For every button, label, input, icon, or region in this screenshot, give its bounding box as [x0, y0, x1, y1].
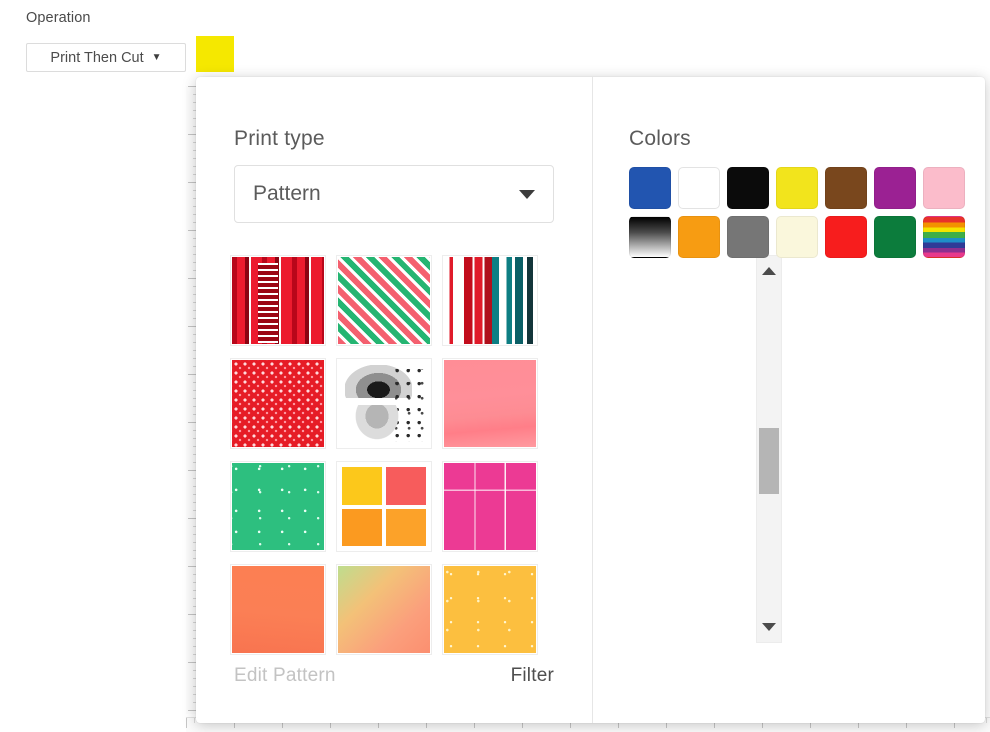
pattern-thumbnail[interactable] — [336, 564, 432, 655]
color-swatch-blue[interactable] — [629, 167, 671, 209]
pattern-thumbnail[interactable] — [442, 358, 538, 449]
pattern-art-pastel-green-orange-gradient — [338, 566, 430, 653]
pattern-thumbnail[interactable] — [230, 358, 326, 449]
pattern-art-grayscale-splatter-floral — [338, 360, 430, 447]
color-swatch-black-to-white-gradient[interactable] — [629, 216, 671, 258]
pattern-thumbnail[interactable] — [336, 255, 432, 346]
ruler-tick — [986, 718, 987, 723]
operation-select-value: Print Then Cut — [50, 49, 144, 66]
color-swatch-green[interactable] — [874, 216, 916, 258]
operation-color-swatch[interactable] — [196, 36, 234, 72]
color-swatch-purple[interactable] — [874, 167, 916, 209]
color-swatch-yellow[interactable] — [776, 167, 818, 209]
colors-pane: Colors — [593, 77, 985, 723]
print-type-value: Pattern — [253, 182, 321, 205]
app-root: Operation Print Then Cut ▼ Print type Pa… — [0, 0, 990, 732]
pattern-pane: Print type Pattern Edit Pattern Filter — [196, 77, 782, 723]
chevron-down-icon: ▼ — [151, 52, 162, 63]
pattern-art-salmon-pink-solid-gradient — [444, 360, 536, 447]
pattern-art-magenta-grid-lines — [444, 463, 536, 550]
pattern-thumbnail[interactable] — [230, 564, 326, 655]
pattern-art-green-confetti-speckle — [232, 463, 324, 550]
pattern-art-red-vertical-stripe-ladder — [232, 257, 324, 344]
pattern-art-red-green-diagonal-candy-stripe — [338, 257, 430, 344]
ruler-tick — [194, 718, 195, 723]
pattern-art-golden-yellow-speckle — [444, 566, 536, 653]
colors-palette[interactable] — [629, 167, 967, 260]
pattern-art-orange-solid-gradient — [232, 566, 324, 653]
print-type-dialog: Print type Pattern Edit Pattern Filter C… — [196, 77, 985, 723]
pattern-thumbnail[interactable] — [230, 255, 326, 346]
pattern-art-yellow-red-orange-quad-blocks — [338, 463, 430, 550]
pattern-art-red-teal-vertical-bars — [444, 257, 536, 344]
pattern-thumbnail[interactable] — [442, 564, 538, 655]
operation-label: Operation — [26, 10, 91, 26]
pattern-art-red-polka-dot-grid — [232, 360, 324, 447]
filter-button[interactable]: Filter — [511, 665, 554, 687]
color-swatch-gray[interactable] — [727, 216, 769, 258]
print-type-title: Print type — [234, 127, 325, 150]
pattern-thumbnail[interactable] — [230, 461, 326, 552]
color-swatch-rainbow[interactable] — [923, 216, 965, 258]
color-swatch-brown[interactable] — [825, 167, 867, 209]
ruler-tick — [186, 718, 187, 728]
color-swatch-light-pink[interactable] — [923, 167, 965, 209]
color-swatch-orange[interactable] — [678, 216, 720, 258]
print-type-select[interactable]: Pattern — [234, 165, 554, 223]
colors-title: Colors — [629, 127, 691, 150]
edit-pattern-button[interactable]: Edit Pattern — [234, 665, 336, 687]
color-swatch-cream[interactable] — [776, 216, 818, 258]
pattern-footer-actions: Edit Pattern Filter — [196, 665, 592, 695]
color-swatch-white[interactable] — [678, 167, 720, 209]
color-swatch-red[interactable] — [825, 216, 867, 258]
operation-select[interactable]: Print Then Cut ▼ — [26, 43, 186, 72]
pattern-thumbnail[interactable] — [336, 358, 432, 449]
pattern-thumbnail[interactable] — [442, 461, 538, 552]
pattern-thumbnail[interactable] — [442, 255, 538, 346]
color-swatch-black[interactable] — [727, 167, 769, 209]
pattern-grid[interactable] — [230, 255, 540, 655]
chevron-down-icon — [519, 189, 535, 199]
operation-bar: Operation Print Then Cut ▼ — [0, 0, 990, 76]
pattern-thumbnail[interactable] — [336, 461, 432, 552]
